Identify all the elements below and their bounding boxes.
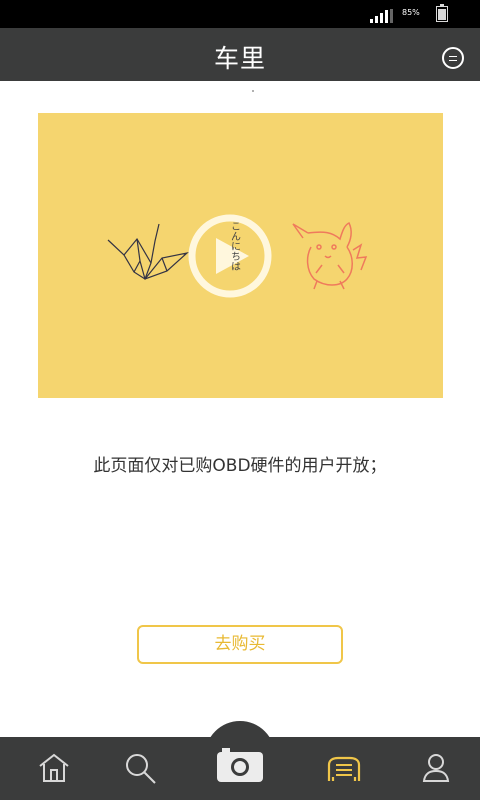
title-bar: 车里 bbox=[0, 28, 480, 81]
status-bar: 85% bbox=[0, 0, 480, 28]
home-icon[interactable] bbox=[36, 750, 72, 786]
signal-bars-icon bbox=[370, 9, 394, 23]
japanese-text: こんにちは bbox=[229, 221, 241, 271]
buy-button[interactable]: 去购买 bbox=[137, 625, 343, 664]
banner-illustration: こんにちは bbox=[107, 214, 368, 298]
user-icon[interactable] bbox=[418, 750, 454, 786]
origami-crane-icon bbox=[107, 223, 190, 280]
pikachu-sketch-icon bbox=[292, 221, 368, 290]
video-banner[interactable]: こんにちは bbox=[38, 113, 443, 398]
battery-percent: 85% bbox=[402, 8, 420, 17]
menu-icon[interactable] bbox=[442, 47, 464, 69]
search-icon[interactable] bbox=[122, 750, 158, 786]
car-list-icon[interactable] bbox=[324, 750, 364, 786]
page-title: 车里 bbox=[213, 44, 266, 73]
obd-access-message: 此页面仅对已购OBD硬件的用户开放； bbox=[93, 456, 387, 476]
camera-icon[interactable] bbox=[214, 745, 266, 785]
battery-icon bbox=[436, 4, 448, 22]
page-indicator-dot bbox=[252, 90, 254, 92]
